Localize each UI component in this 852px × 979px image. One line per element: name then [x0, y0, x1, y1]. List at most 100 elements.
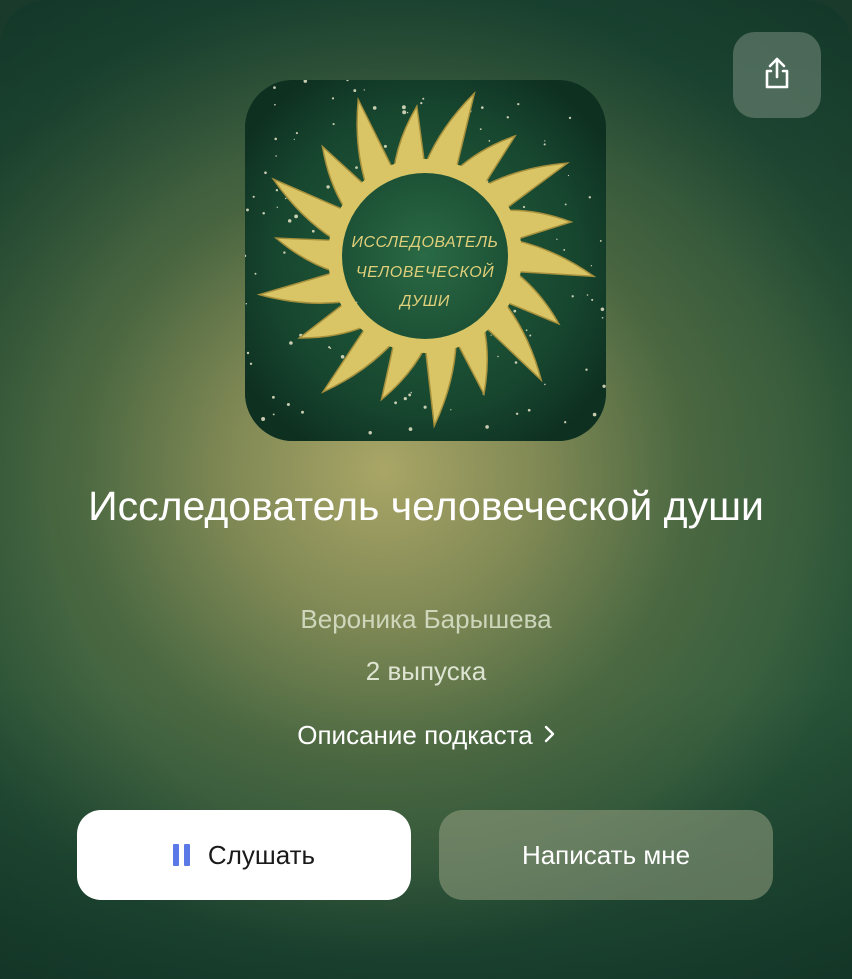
- star: [527, 408, 531, 412]
- podcast-description-link[interactable]: Описание подкаста: [0, 718, 852, 752]
- star: [588, 196, 592, 199]
- star: [544, 383, 546, 386]
- star: [272, 413, 275, 416]
- star: [585, 368, 588, 371]
- star: [274, 103, 276, 106]
- star: [586, 294, 589, 296]
- podcast-title: Исследователь человеческой души: [88, 483, 764, 529]
- star: [564, 203, 567, 206]
- pause-icon: [172, 844, 190, 866]
- star: [401, 105, 406, 110]
- star: [274, 137, 277, 141]
- podcast-card: ИССЛЕДОВАТЕЛЬ ЧЕЛОВЕЧЕСКОЙ ДУШИ Исследов…: [0, 0, 852, 979]
- star: [245, 302, 248, 305]
- star: [294, 214, 298, 219]
- star: [372, 106, 377, 110]
- star: [326, 185, 330, 189]
- star: [408, 393, 412, 397]
- star: [271, 395, 275, 399]
- cover-text-line3: ДУШИ: [398, 293, 450, 310]
- star: [246, 208, 249, 212]
- star: [529, 334, 532, 337]
- chevron-right-icon: [543, 718, 555, 752]
- star: [556, 238, 558, 241]
- star: [601, 316, 604, 319]
- share-icon: [762, 56, 792, 95]
- star: [353, 89, 357, 93]
- description-link-label: Описание подкаста: [297, 720, 533, 750]
- star: [514, 361, 518, 364]
- star: [592, 412, 597, 417]
- star: [568, 116, 572, 120]
- star: [331, 97, 335, 100]
- star: [513, 309, 517, 313]
- star: [275, 188, 279, 192]
- star: [408, 427, 413, 431]
- star: [340, 355, 345, 359]
- star: [420, 102, 423, 105]
- star: [485, 425, 489, 429]
- star: [276, 206, 279, 209]
- cover-text-line1: ИССЛЕДОВАТЕЛЬ: [352, 234, 499, 251]
- listen-button[interactable]: Слушать: [77, 810, 411, 900]
- star: [590, 265, 593, 267]
- star: [490, 334, 492, 336]
- star: [544, 140, 546, 142]
- star: [497, 355, 499, 358]
- podcast-cover: ИССЛЕДОВАТЕЛЬ ЧЕЛОВЕЧЕСКОЙ ДУШИ: [245, 80, 606, 441]
- write-me-button[interactable]: Написать мне: [439, 810, 773, 900]
- star: [517, 102, 520, 106]
- star: [249, 362, 253, 365]
- star: [363, 89, 365, 91]
- star: [422, 97, 425, 100]
- star: [488, 140, 491, 142]
- star: [406, 111, 409, 114]
- star: [506, 116, 510, 119]
- star: [402, 110, 407, 115]
- star: [571, 295, 574, 298]
- star: [262, 211, 265, 215]
- star: [410, 391, 412, 394]
- star: [383, 144, 387, 148]
- star: [394, 401, 397, 405]
- star: [293, 138, 295, 140]
- star: [328, 346, 331, 349]
- episode-count: 2 выпуска: [365, 656, 487, 686]
- star: [287, 219, 292, 223]
- star: [295, 132, 298, 135]
- star: [284, 197, 287, 200]
- star: [403, 396, 407, 401]
- share-button[interactable]: [733, 32, 821, 118]
- star: [301, 410, 304, 414]
- star: [275, 155, 277, 157]
- star: [567, 174, 570, 177]
- star: [254, 272, 257, 275]
- star: [481, 106, 484, 109]
- star: [273, 86, 276, 89]
- star: [252, 195, 255, 198]
- star: [246, 351, 250, 355]
- star: [450, 409, 452, 411]
- star: [311, 229, 315, 233]
- star: [543, 143, 546, 146]
- star: [283, 251, 286, 254]
- star: [289, 341, 293, 345]
- star: [563, 248, 566, 251]
- cover-text-line2: ЧЕЛОВЕЧЕСКОЙ: [356, 262, 494, 281]
- write-me-button-label: Написать мне: [521, 839, 691, 870]
- star: [355, 166, 358, 169]
- star: [599, 239, 602, 242]
- star: [564, 421, 567, 424]
- star: [286, 402, 290, 407]
- star: [261, 417, 266, 421]
- star: [522, 205, 526, 209]
- star: [368, 431, 372, 435]
- star: [591, 298, 594, 301]
- star: [423, 405, 427, 409]
- podcast-author[interactable]: Вероника Барышева: [0, 602, 852, 636]
- star: [264, 171, 267, 174]
- star: [515, 412, 519, 416]
- star: [332, 123, 335, 126]
- star: [479, 128, 482, 131]
- star: [600, 307, 605, 312]
